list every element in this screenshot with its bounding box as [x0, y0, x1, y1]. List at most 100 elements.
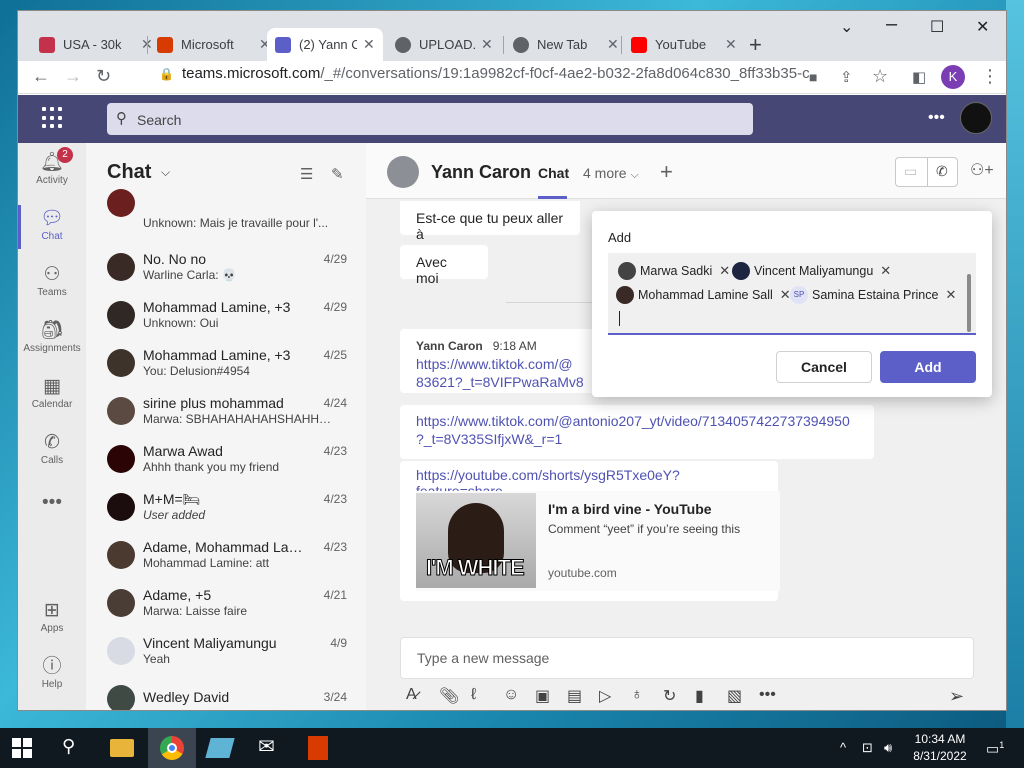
clock[interactable]: 10:34 AM 8/31/2022 [904, 731, 976, 765]
close-window-button[interactable]: ✕ [976, 17, 989, 37]
close-tab-icon[interactable]: ✕ [607, 36, 619, 53]
rail-item-help[interactable]: ⓘ Help [18, 647, 86, 703]
search-icon[interactable]: ⚲ [62, 736, 86, 760]
notepad-icon[interactable] [205, 738, 235, 758]
chat-list-item[interactable]: Wedley David 3/24 [86, 677, 366, 710]
message-bubble[interactable]: Avec moi [400, 245, 488, 286]
close-tab-icon[interactable]: ✕ [363, 36, 375, 53]
chat-list-title[interactable]: Chat [107, 161, 151, 184]
chat-list-item[interactable]: M+M=🛏 User added 4/23 [86, 485, 366, 533]
praise-icon[interactable]: ♁ [631, 686, 643, 704]
message-link[interactable]: https://www.tiktok.com/@antonio207_yt/vi… [416, 413, 858, 429]
share-icon[interactable]: ⇪ [840, 68, 853, 86]
link-preview-card[interactable]: I'M WHITE I'm a bird vine - YouTube Comm… [416, 491, 780, 591]
loop-icon[interactable]: ℓ [471, 686, 476, 704]
reading-icon[interactable]: ▮ [695, 686, 704, 706]
browser-tab-2[interactable]: Microsoft ✕ [149, 28, 279, 61]
schedule-meeting-icon[interactable]: ▤ [567, 686, 582, 706]
address-bar[interactable]: 🔒 teams.microsoft.com/_#/conversations/19… [159, 65, 809, 82]
notifications-icon[interactable]: ▭1 [986, 740, 1004, 758]
message-link[interactable]: ?_t=8V335SIfjxW&_r=1 [416, 431, 858, 447]
file-explorer-icon[interactable] [110, 739, 134, 757]
refresh-icon[interactable]: ↻ [663, 686, 676, 706]
search-input[interactable]: ⚲ Search [107, 103, 753, 135]
minimize-button[interactable]: – [886, 13, 897, 36]
rail-item-chat[interactable]: 💬︎ Chat [18, 199, 86, 255]
add-people-input[interactable]: Marwa Sadki ✕ Vincent Maliyamungu ✕ Moha… [608, 253, 976, 335]
send-gif-icon[interactable]: ▷ [599, 686, 611, 706]
add-tab-button[interactable]: + [660, 159, 673, 185]
tab-more[interactable]: 4 more ⌵ [583, 165, 639, 182]
network-icon[interactable]: ⊡ [862, 740, 873, 756]
filter-icon[interactable]: ☰ [300, 165, 313, 183]
person-chip[interactable]: SP Samina Estaina Prince ✕ [790, 285, 956, 305]
chat-list-item[interactable]: sirine plus mohammad Marwa: SBHAHAHAHAHS… [86, 389, 366, 437]
rail-item-assignments[interactable]: 🎒︎ Assignments [18, 311, 86, 367]
more-options-icon[interactable]: ••• [759, 686, 776, 704]
remove-icon[interactable]: ✕ [880, 263, 891, 279]
rail-more-button[interactable]: ••• [18, 483, 86, 539]
rail-item-activity[interactable]: 🔔︎ Activity 2 [18, 143, 86, 199]
chat-list-item[interactable]: Mohammad Lamine, +3 You: Delusion#4954 4… [86, 341, 366, 389]
message-link[interactable]: 83621?_t=8VIFPwaRaMv8 [416, 374, 584, 390]
chevron-down-icon[interactable]: ⌄ [840, 17, 853, 37]
forward-icon[interactable]: → [64, 66, 82, 87]
rail-item-apps[interactable]: ⊞ Apps [18, 591, 86, 647]
browser-tab-6[interactable]: YouTube ✕ [623, 28, 745, 61]
bookmark-star-icon[interactable]: ☆ [872, 66, 888, 87]
person-chip[interactable]: Vincent Maliyamungu ✕ [732, 261, 891, 281]
volume-icon[interactable]: 🔊︎ [884, 740, 892, 756]
back-icon[interactable]: ← [32, 66, 50, 87]
person-chip[interactable]: Marwa Sadki ✕ [618, 261, 730, 281]
chevron-down-icon[interactable]: ⌵ [161, 165, 170, 180]
profile-avatar[interactable]: K [941, 65, 965, 89]
approvals-icon[interactable]: ▧ [727, 686, 742, 706]
sticker-icon[interactable]: ▣ [535, 686, 550, 706]
reload-icon[interactable]: ↻ [96, 66, 111, 87]
chat-list-item[interactable]: Mohammad Lamine, +3 Unknown: Oui 4/29 [86, 293, 366, 341]
message-bubble[interactable]: Yann Caron 9:18 AM https://www.tiktok.co… [400, 329, 600, 393]
attach-icon[interactable]: 📎︎ [439, 686, 459, 706]
chat-list-item[interactable]: Adame, Mohammad Lami... Mohammad Lamine:… [86, 533, 366, 581]
chrome-taskbar-button[interactable] [148, 728, 196, 768]
close-tab-icon[interactable]: ✕ [481, 36, 493, 53]
camera-blocked-icon[interactable]: ■ [809, 69, 817, 85]
tab-chat[interactable]: Chat [538, 165, 569, 181]
start-button[interactable] [12, 738, 32, 758]
remove-icon[interactable]: ✕ [945, 287, 956, 303]
close-tab-icon[interactable]: ✕ [725, 36, 737, 53]
chat-list-item[interactable]: Adame, +5 Marwa: Laisse faire 4/21 [86, 581, 366, 629]
message-bubble[interactable]: Est-ce que tu peux aller à [400, 201, 580, 242]
rail-item-teams[interactable]: ⚇ Teams [18, 255, 86, 311]
add-button[interactable]: Add [880, 351, 976, 383]
browser-tab-4[interactable]: UPLOAD.E ✕ [387, 28, 501, 61]
chat-list-item[interactable]: Vincent Maliyamungu Yeah 4/9 [86, 629, 366, 677]
new-chat-icon[interactable]: ✎ [331, 165, 344, 183]
video-call-icon[interactable]: ▭ [904, 163, 917, 180]
browser-tab-active[interactable]: (2) Yann C ✕ [267, 28, 383, 61]
compose-box[interactable]: Type a new message [400, 637, 974, 679]
mail-icon[interactable]: ✉ [258, 734, 282, 758]
person-chip[interactable]: Mohammad Lamine Sall ✕ [616, 285, 791, 305]
maximize-button[interactable]: ☐ [930, 17, 944, 37]
more-options-icon[interactable]: ••• [928, 109, 945, 127]
contact-avatar[interactable] [387, 156, 419, 188]
more-menu-icon[interactable]: ⋮ [981, 66, 999, 87]
send-icon[interactable]: ➢ [949, 686, 964, 707]
browser-tab-5[interactable]: New Tab ✕ [505, 28, 627, 61]
cancel-button[interactable]: Cancel [776, 351, 872, 383]
message-link[interactable]: https://www.tiktok.com/@ [416, 356, 584, 372]
browser-tab-1[interactable]: USA - 30k ✕ [31, 28, 161, 61]
chat-list-item[interactable]: Marwa Awad Ahhh thank you my friend 4/23 [86, 437, 366, 485]
scrollbar[interactable] [967, 274, 971, 332]
add-people-icon[interactable]: ⚇+ [970, 160, 994, 180]
chat-list-item[interactable]: No. No no Warline Carla: 💀 4/29 [86, 245, 366, 293]
emoji-icon[interactable]: ☺ [503, 686, 519, 704]
chat-list-item[interactable]: Unknown: Mais je travaille pour l'... [86, 189, 366, 233]
remove-icon[interactable]: ✕ [719, 263, 730, 279]
side-panel-icon[interactable]: ◧ [912, 68, 926, 86]
rail-item-calendar[interactable]: ▦ Calendar [18, 367, 86, 423]
format-icon[interactable]: A̷ [406, 686, 417, 704]
app-launcher-icon[interactable] [42, 107, 64, 129]
audio-call-icon[interactable]: ✆ [936, 163, 948, 180]
